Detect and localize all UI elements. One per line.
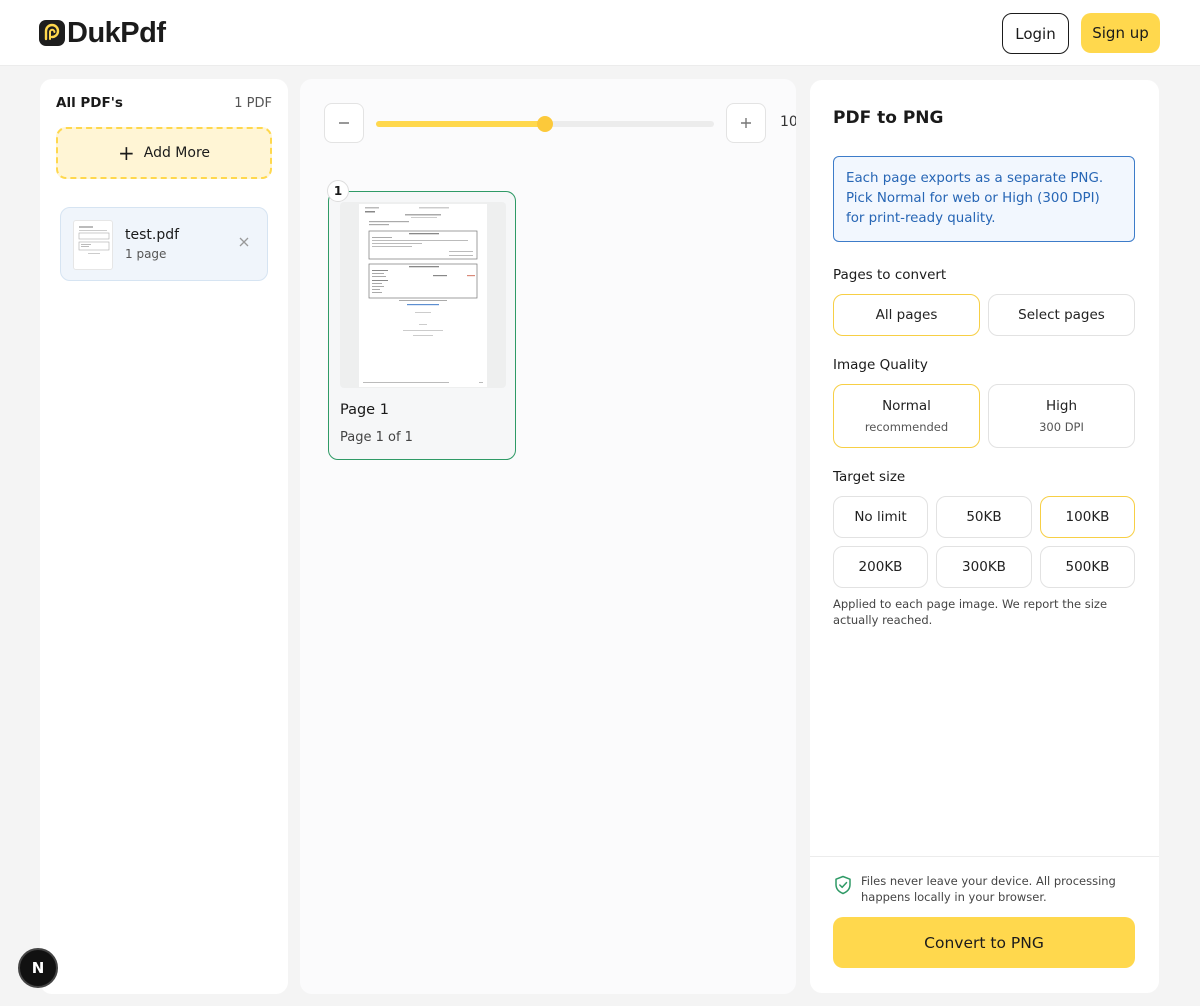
select-pages-label: Select pages [1018,307,1105,323]
size-option-100kb[interactable]: 100KB [1040,496,1135,538]
size-option-300kb[interactable]: 300KB [936,546,1032,588]
files-panel-title: All PDF's [56,95,123,111]
file-card[interactable]: test.pdf 1 page [60,207,268,281]
file-name: test.pdf [125,227,180,243]
size-option-label: 500KB [1065,559,1110,575]
info-box: Each page exports as a separate PNG. Pic… [833,156,1135,242]
target-size-label: Target size [833,469,906,485]
size-option-50kb[interactable]: 50KB [936,496,1032,538]
floating-n-badge[interactable]: N [18,948,58,988]
add-more-button[interactable]: + Add More [56,127,272,179]
settings-title: PDF to PNG [833,108,944,128]
size-option-label: No limit [854,509,907,525]
quality-normal-label: Normal [882,398,931,414]
zoom-slider-handle[interactable] [537,116,553,132]
select-pages-option[interactable]: Select pages [988,294,1135,336]
files-count: 1 PDF [234,96,272,111]
size-option-label: 300KB [962,559,1006,575]
quality-high-label: High [1045,398,1078,414]
zoom-slider-fill [376,121,545,127]
all-pages-option[interactable]: All pages [833,294,980,336]
size-option-200kb[interactable]: 200KB [833,546,928,588]
logo[interactable]: DukPdf [39,16,166,49]
pages-to-convert-label: Pages to convert [833,267,947,283]
page-thumbnail-card[interactable]: 1 Page 1 Page 1 of 1 [327,180,516,460]
zoom-slider[interactable] [376,116,714,132]
size-note: Applied to each page image. We report th… [833,597,1108,627]
zoom-value: 100% [780,114,796,130]
size-option-label: 100KB [1065,509,1110,525]
settings-panel: PDF to PNG Each page exports as a separa… [810,80,1159,993]
preview-panel: 100% [300,79,796,994]
quality-high-option[interactable]: High 300 DPI [988,384,1135,448]
shield-check-icon [834,875,852,895]
convert-button[interactable]: Convert to PNG [833,917,1135,968]
zoom-in-button[interactable] [726,103,766,143]
quality-normal-option[interactable]: Normal recommended [833,384,980,448]
files-panel: All PDF's 1 PDF + Add More test.pdf 1 pa… [40,79,288,994]
zoom-toolbar: 100% [300,103,796,143]
quality-high-sub: 300 DPI [1039,420,1084,434]
size-option-500kb[interactable]: 500KB [1040,546,1135,588]
zoom-out-button[interactable] [324,103,364,143]
page-number-badge: 1 [327,180,349,202]
quality-normal-sub: recommended [864,420,949,434]
file-page-count: 1 page [125,247,167,261]
page-image [359,204,487,387]
divider [810,856,1159,857]
signup-button[interactable]: Sign up [1081,13,1160,53]
all-pages-label: All pages [875,307,938,323]
page-position: Page 1 of 1 [340,430,413,445]
plus-icon: + [117,141,135,165]
top-header: DukPdf Login Sign up [0,0,1200,66]
add-more-label: Add More [143,145,211,161]
page-label: Page 1 [340,402,389,418]
login-button[interactable]: Login [1002,13,1069,54]
file-thumbnail [73,220,113,270]
size-option-label: 200KB [858,559,903,575]
logo-text: DukPdf [67,16,166,49]
privacy-note: Files never leave your device. All proce… [861,874,1116,904]
remove-file-icon[interactable] [237,236,251,250]
image-quality-label: Image Quality [833,357,928,373]
page-preview [340,202,506,388]
size-option-no-limit[interactable]: No limit [833,496,928,538]
size-option-label: 50KB [966,509,1002,525]
logo-icon [39,20,65,46]
